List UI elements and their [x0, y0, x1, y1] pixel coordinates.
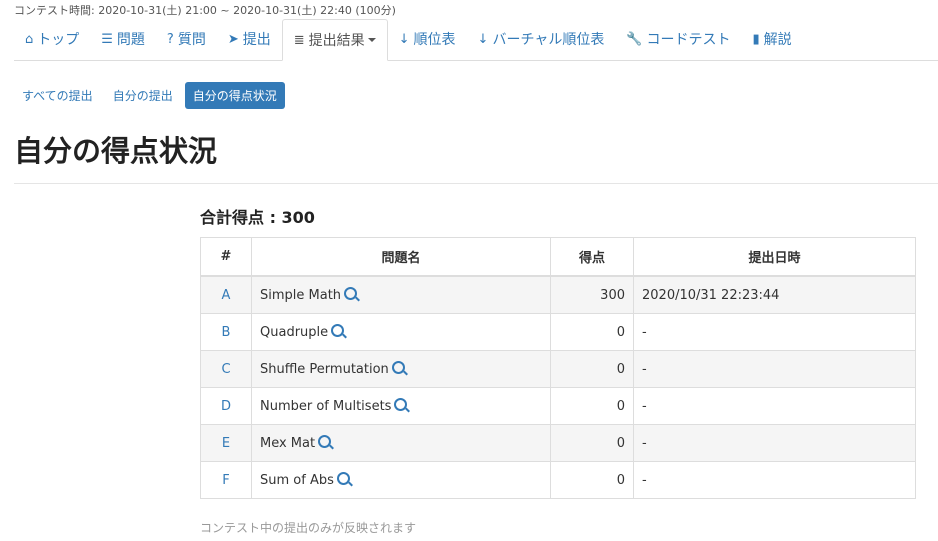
nav-results-label: 提出結果 — [308, 33, 365, 49]
nav-tasks-label: 問題 — [116, 32, 145, 48]
score-cell: 0 — [550, 461, 634, 499]
task-name: Shuffle Permutation — [260, 362, 389, 377]
page-title: 自分の得点状況 — [14, 134, 218, 168]
task-id-link[interactable]: A — [200, 275, 252, 314]
footnote: コンテスト中の提出のみが反映されます — [200, 521, 417, 535]
nav-editorial-label: 解説 — [763, 32, 792, 48]
task-name: Mex Mat — [260, 436, 316, 451]
list-icon: ☰ — [101, 31, 113, 47]
main-nav: ⌂ トップ ☰ 問題 ? 質問 ➤ 提出 ≣ 提出結果 ↓ 順位表 ↓ バーチャル順位表 🔧 コ… — [14, 19, 938, 61]
submit-time-cell: - — [633, 461, 916, 499]
nav-top-label: トップ — [37, 32, 80, 48]
table-row: B Quadruple 0 - — [200, 313, 916, 351]
wrench-icon: 🔧 — [626, 31, 643, 47]
caret-down-icon — [367, 38, 376, 42]
task-id-link[interactable]: B — [200, 313, 252, 351]
nav-submit-label: 提出 — [242, 32, 271, 48]
task-name-cell: Mex Mat — [251, 424, 551, 462]
submit-time-cell: - — [633, 387, 916, 425]
search-icon[interactable] — [336, 472, 350, 485]
home-icon: ⌂ — [25, 31, 34, 47]
task-id-link[interactable]: E — [200, 424, 252, 462]
submit-time-cell: - — [633, 313, 916, 351]
header-submit-time: 提出日時 — [633, 237, 916, 277]
table-row: A Simple Math 300 2020/10/31 22:23:44 — [200, 275, 916, 314]
task-id-link[interactable]: D — [200, 387, 252, 425]
score-cell: 0 — [550, 424, 634, 462]
nav-faq[interactable]: ? 質問 — [156, 19, 217, 59]
contest-time: コンテスト時間: 2020-10-31(土) 21:00 ~ 2020-10-3… — [14, 4, 396, 17]
nav-tasks[interactable]: ☰ 問題 — [90, 19, 156, 59]
table-header-row: # 問題名 得点 提出日時 — [200, 237, 916, 277]
nav-virtual-label: バーチャル順位表 — [492, 32, 605, 48]
nav-codetest[interactable]: 🔧 コードテスト — [615, 19, 741, 59]
task-name-cell: Quadruple — [251, 313, 551, 351]
task-id-link[interactable]: F — [200, 461, 252, 499]
nav-top[interactable]: ⌂ トップ — [14, 19, 90, 59]
search-icon[interactable] — [331, 324, 345, 337]
table-row: C Shuffle Permutation 0 - — [200, 350, 916, 388]
task-name: Sum of Abs — [260, 473, 334, 488]
sort-icon: ↓ — [477, 31, 489, 47]
header-no: # — [200, 237, 252, 277]
task-name: Quadruple — [260, 325, 329, 340]
pill-my-score[interactable]: 自分の得点状況 — [184, 82, 285, 109]
nav-editorial[interactable]: ▮ 解説 — [742, 19, 803, 59]
nav-standings-label: 順位表 — [413, 32, 456, 48]
task-name-cell: Simple Math — [251, 275, 551, 314]
pill-all-submissions[interactable]: すべての提出 — [14, 82, 101, 109]
score-cell: 0 — [550, 387, 634, 425]
search-icon[interactable] — [394, 398, 408, 411]
submit-time-cell: - — [633, 350, 916, 388]
score-table: # 問題名 得点 提出日時 A Simple Math 300 2020/10/… — [200, 237, 916, 499]
nav-standings[interactable]: ↓ 順位表 — [388, 19, 467, 59]
search-icon[interactable] — [318, 435, 332, 448]
send-icon: ➤ — [227, 31, 239, 47]
sort-icon: ↓ — [398, 31, 410, 47]
table-row: E Mex Mat 0 - — [200, 424, 916, 462]
nav-virtual[interactable]: ↓ バーチャル順位表 — [467, 19, 616, 59]
task-name-cell: Number of Multisets — [251, 387, 551, 425]
score-cell: 0 — [550, 350, 634, 388]
task-name: Simple Math — [260, 288, 342, 303]
task-name-cell: Shuffle Permutation — [251, 350, 551, 388]
score-cell: 300 — [550, 275, 634, 314]
header-task-name: 問題名 — [251, 237, 551, 277]
submit-time-cell: 2020/10/31 22:23:44 — [633, 275, 916, 314]
table-row: D Number of Multisets 0 - — [200, 387, 916, 425]
nav-results[interactable]: ≣ 提出結果 — [281, 19, 388, 61]
submit-time-cell: - — [633, 424, 916, 462]
search-icon[interactable] — [391, 361, 405, 374]
nav-faq-label: 質問 — [177, 32, 206, 48]
nav-codetest-label: コードテスト — [646, 32, 731, 48]
book-icon: ▮ — [752, 31, 760, 47]
total-score: 合計得点 : 300 — [200, 208, 315, 227]
task-id-link[interactable]: C — [200, 350, 252, 388]
score-cell: 0 — [550, 313, 634, 351]
search-icon[interactable] — [344, 287, 358, 300]
nav-submit[interactable]: ➤ 提出 — [217, 19, 282, 59]
sub-nav: すべての提出 自分の提出 自分の得点状況 — [14, 82, 285, 109]
task-name: Number of Multisets — [260, 399, 392, 414]
header-score: 得点 — [550, 237, 634, 277]
task-name-cell: Sum of Abs — [251, 461, 551, 499]
pill-my-submissions[interactable]: 自分の提出 — [105, 82, 181, 109]
table-row: F Sum of Abs 0 - — [200, 461, 916, 499]
question-icon: ? — [166, 31, 174, 47]
list-ul-icon: ≣ — [293, 32, 305, 48]
divider — [14, 183, 938, 184]
